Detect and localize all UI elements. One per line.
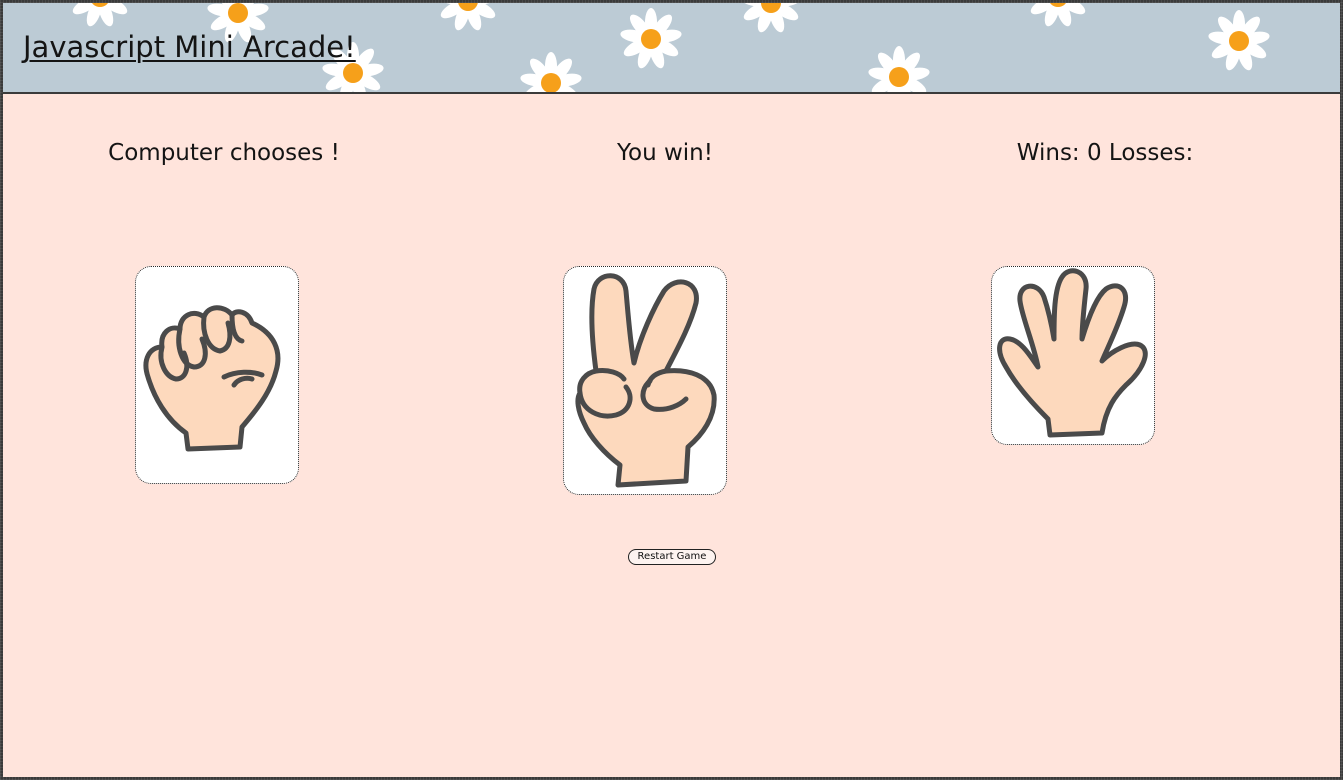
- game-result-label: You win!: [617, 140, 713, 166]
- computer-choice-card-rock: [135, 266, 299, 484]
- restart-game-button[interactable]: Restart Game: [628, 549, 716, 565]
- fist-hand-icon: [143, 305, 281, 452]
- arcade-page: Javascript Mini Arcade! Computer chooses…: [3, 3, 1340, 777]
- player-choice-card-scissors[interactable]: [563, 266, 727, 495]
- site-header: Javascript Mini Arcade!: [3, 3, 1340, 94]
- computer-choice-label: Computer chooses !: [108, 140, 340, 166]
- open-hand-icon: [997, 268, 1148, 438]
- player-choice-card-paper[interactable]: [991, 266, 1155, 445]
- peace-sign-hand-icon: [575, 273, 717, 488]
- site-title-link[interactable]: Javascript Mini Arcade!: [23, 27, 356, 67]
- score-label: Wins: 0 Losses:: [1016, 140, 1194, 166]
